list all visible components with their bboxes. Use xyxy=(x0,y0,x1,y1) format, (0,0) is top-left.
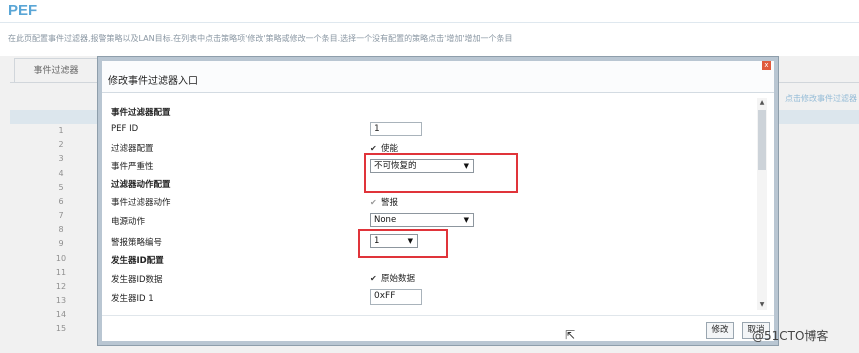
mouse-cursor-icon: ⇱ xyxy=(565,328,576,342)
checkbox-checked-icon: ✔ xyxy=(370,144,377,153)
highlight-box-alert-policy xyxy=(358,229,448,258)
pef-id-label: PEF ID xyxy=(111,124,139,134)
generator-id1-label: 发生器ID 1 xyxy=(111,294,154,304)
alert-policy-label: 警报策略编号 xyxy=(111,238,163,248)
pef-id-input[interactable]: 1 xyxy=(370,122,422,136)
vertical-scrollbar[interactable]: ▲ ▼ xyxy=(757,98,767,310)
watermark: @51CTO博客 xyxy=(752,329,829,343)
dialog-header: 修改事件过滤器入口 x xyxy=(102,61,774,93)
scrollbar-thumb[interactable] xyxy=(758,110,766,170)
dialog-body: 事件过滤器配置 PEF ID 1 过滤器配置 ✔ 使能 事件严重性 不可恢复的 ▼… xyxy=(102,94,762,315)
close-icon[interactable]: x xyxy=(762,61,771,70)
page-description: 在此页配置事件过滤器,报警策略以及LAN目标.在列表中点击策略项'修改'策略或修… xyxy=(8,34,513,43)
raw-data-label: 原始数据 xyxy=(381,274,416,284)
scroll-up-icon[interactable]: ▲ xyxy=(757,98,767,108)
power-action-label: 电源动作 xyxy=(111,217,146,227)
title-divider xyxy=(0,22,859,23)
dropdown-arrow-icon: ▼ xyxy=(463,216,469,224)
scroll-down-icon[interactable]: ▼ xyxy=(757,300,767,310)
checkbox-checked-icon: ✔ xyxy=(370,274,377,283)
generator-data-label: 发生器ID数据 xyxy=(111,275,163,285)
section-filter-config: 事件过滤器配置 xyxy=(111,108,171,118)
section-generator-config: 发生器ID配置 xyxy=(111,256,164,266)
page-title: PEF xyxy=(8,2,38,19)
raw-data-checkbox[interactable]: ✔ 原始数据 xyxy=(370,272,415,284)
section-filter-action: 过滤器动作配置 xyxy=(111,180,171,190)
severity-label: 事件严重性 xyxy=(111,162,154,172)
power-action-value: None xyxy=(374,215,397,225)
dialog-footer: ⇱ 修改 取消 xyxy=(102,315,774,345)
alert-label: 警报 xyxy=(381,198,399,208)
edit-event-filter-dialog: 修改事件过滤器入口 x 事件过滤器配置 PEF ID 1 过滤器配置 ✔ 使能 事… xyxy=(98,57,778,345)
dialog-title: 修改事件过滤器入口 xyxy=(108,76,198,87)
generator-id1-input[interactable]: 0xFF xyxy=(370,289,422,305)
modify-button[interactable]: 修改 xyxy=(706,322,734,339)
filter-action-label: 事件过滤器动作 xyxy=(111,198,171,208)
highlight-box-severity xyxy=(364,153,518,193)
alert-checkbox: ✔ 警报 xyxy=(370,196,398,208)
power-action-select[interactable]: None ▼ xyxy=(370,213,474,227)
checkbox-disabled-icon: ✔ xyxy=(370,198,377,207)
filter-config-label: 过滤器配置 xyxy=(111,144,154,154)
